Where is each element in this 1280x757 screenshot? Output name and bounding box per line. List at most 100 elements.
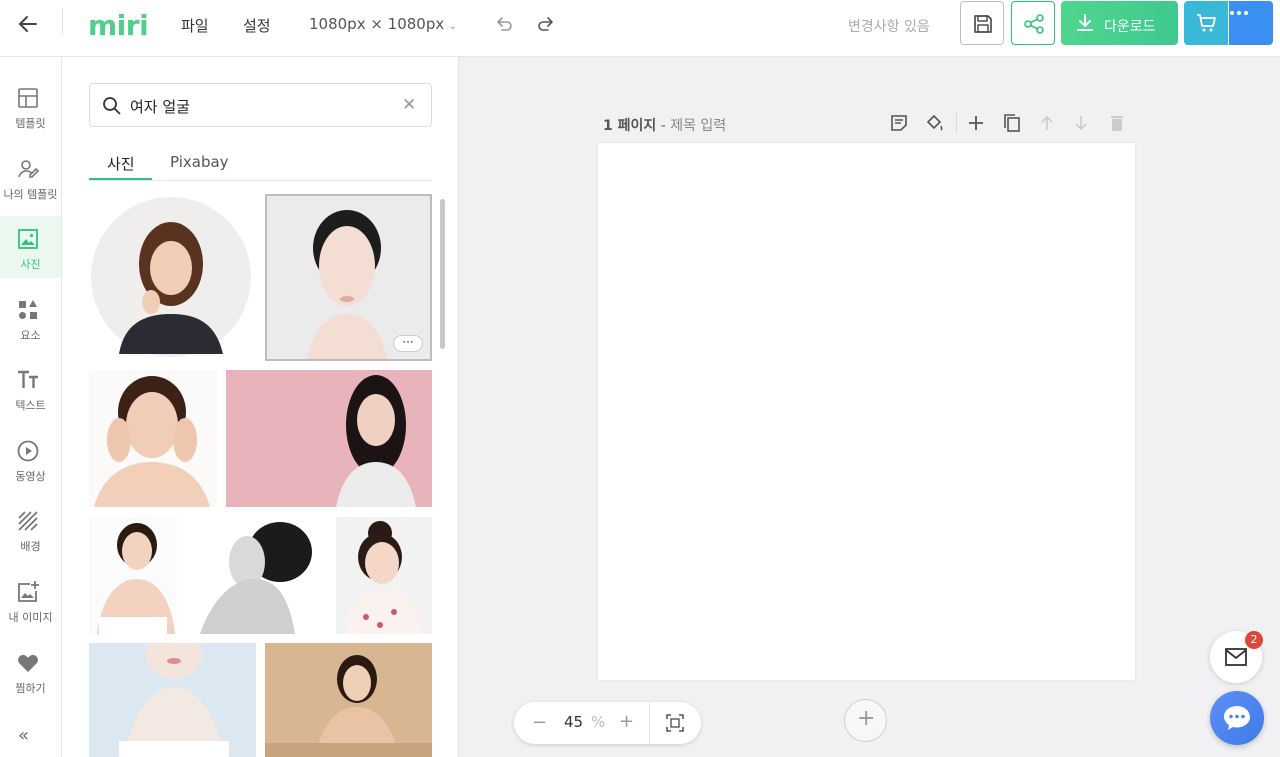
sidebar-item-background[interactable]: 배경 [0, 498, 61, 560]
chat-button[interactable] [1210, 691, 1264, 745]
page-number: 1 페이지 [603, 118, 657, 134]
sidebar-item-my-template[interactable]: 나의 템플릿 [0, 146, 61, 208]
back-arrow-icon[interactable] [16, 12, 40, 36]
page-title-input[interactable]: 제목 입력 [670, 118, 726, 134]
download-icon [1077, 14, 1093, 31]
cart-button[interactable] [1184, 1, 1228, 45]
sidebar-item-label: 사진 [20, 258, 41, 271]
my-image-icon [18, 581, 39, 602]
mail-button[interactable]: 2 [1210, 631, 1263, 683]
options-button[interactable]: ··· [393, 335, 423, 352]
note-icon[interactable] [889, 113, 909, 133]
sidebar-item-favorites[interactable]: 찜하기 [0, 640, 61, 702]
photo-icon [18, 229, 38, 249]
settings-menu[interactable]: 설정 [243, 15, 271, 36]
photo-thumbnail[interactable] [226, 370, 432, 507]
photo-thumbnail[interactable] [89, 370, 217, 507]
share-button[interactable] [1011, 1, 1055, 45]
file-menu[interactable]: 파일 [181, 15, 209, 36]
add-page-icon[interactable] [966, 113, 986, 133]
scrollbar[interactable] [440, 199, 445, 349]
photo-image [226, 370, 432, 507]
zoom-divider [649, 702, 650, 744]
download-button[interactable]: 다운로드 [1061, 1, 1178, 45]
download-label: 다운로드 [1104, 19, 1156, 35]
chevron-down-icon: ⌄ [448, 19, 458, 32]
sidebar-item-photo[interactable]: 사진 [0, 216, 61, 278]
my-template-icon [18, 160, 40, 178]
fill-color-icon[interactable] [924, 113, 944, 133]
cart-icon [1197, 14, 1216, 32]
move-down-icon[interactable] [1071, 113, 1091, 133]
sidebar-item-label: 내 이미지 [8, 611, 53, 624]
sidebar-item-label: 배경 [20, 540, 41, 553]
page-title[interactable]: 1 페이지 - 제목 입력 [603, 115, 726, 135]
fit-screen-icon[interactable] [665, 713, 685, 733]
photo-image [89, 643, 256, 757]
search-input[interactable] [130, 95, 390, 117]
sidebar: 템플릿 나의 템플릿 사진 요소 텍스트 동영상 배경 내 이미지 찜하기 « [0, 57, 62, 757]
mail-icon [1225, 648, 1247, 666]
photo-thumbnail[interactable] [336, 517, 432, 634]
photo-thumbnail[interactable] [89, 517, 177, 634]
chat-icon [1224, 706, 1250, 730]
move-up-icon[interactable] [1037, 113, 1057, 133]
sidebar-item-label: 템플릿 [15, 117, 46, 130]
photo-thumbnail[interactable] [89, 194, 256, 361]
zoom-in-button[interactable]: + [619, 711, 634, 732]
save-button[interactable] [960, 1, 1004, 45]
photo-thumbnail[interactable] [89, 643, 256, 757]
tab-pixabay[interactable]: Pixabay [170, 153, 229, 171]
zoom-unit: % [591, 713, 606, 731]
trash-icon[interactable] [1107, 113, 1127, 133]
photo-thumbnail-selected[interactable]: ··· [265, 194, 432, 361]
photo-image [91, 197, 251, 357]
page-title-separator: - [656, 118, 671, 134]
source-tabs: 사진 Pixabay [89, 149, 432, 181]
heart-icon [18, 654, 38, 672]
photo-thumbnail[interactable] [185, 517, 330, 634]
copy-page-icon[interactable] [1002, 113, 1022, 133]
top-bar: miri 파일 설정 1080px × 1080px ⌄ 변경사항 있음 다운로드 [0, 0, 1280, 57]
sidebar-item-template[interactable]: 템플릿 [0, 75, 61, 137]
sidebar-item-elements[interactable]: 요소 [0, 287, 61, 349]
add-page-button[interactable]: + [844, 699, 887, 742]
more-icon [1230, 11, 1248, 15]
plus-icon: + [857, 706, 876, 731]
layout-icon [18, 88, 38, 108]
sidebar-item-video[interactable]: 동영상 [0, 428, 61, 490]
elements-icon [19, 300, 37, 319]
zoom-value[interactable]: 45 [564, 713, 583, 731]
background-icon [18, 511, 38, 531]
redo-icon[interactable] [536, 14, 556, 34]
logo[interactable]: miri [88, 9, 149, 42]
undo-icon[interactable] [494, 14, 514, 34]
notification-badge: 2 [1245, 631, 1263, 649]
canvas-size-select[interactable]: 1080px × 1080px ⌄ [309, 15, 457, 33]
photo-image [336, 517, 432, 634]
photo-thumbnail[interactable] [265, 643, 432, 757]
sidebar-item-label: 동영상 [15, 470, 46, 483]
more-button[interactable] [1229, 1, 1273, 45]
sidebar-item-text[interactable]: 텍스트 [0, 357, 61, 419]
photo-image [265, 643, 432, 757]
sidebar-item-label: 찜하기 [15, 682, 46, 695]
tab-underline [89, 178, 152, 180]
share-icon [1024, 14, 1044, 34]
video-icon [17, 440, 39, 462]
zoom-out-button[interactable]: − [532, 712, 547, 733]
canvas-area: 1 페이지 - 제목 입력 − 45 % + + [459, 57, 1280, 757]
design-page[interactable] [598, 143, 1135, 680]
text-icon [18, 370, 38, 388]
collapse-sidebar-button[interactable]: « [18, 725, 29, 746]
photo-panel: ✕ 사진 Pixabay ··· [62, 57, 459, 757]
photo-image [185, 517, 330, 634]
toolbar-divider [956, 113, 957, 133]
sidebar-item-my-image[interactable]: 내 이미지 [0, 569, 61, 631]
clear-search-icon[interactable]: ✕ [402, 95, 416, 115]
photo-image [89, 517, 177, 634]
photo-image [89, 370, 217, 507]
canvas-size-value: 1080px × 1080px [309, 15, 445, 33]
sidebar-item-label: 나의 템플릿 [3, 188, 58, 201]
tab-photo[interactable]: 사진 [107, 153, 135, 174]
